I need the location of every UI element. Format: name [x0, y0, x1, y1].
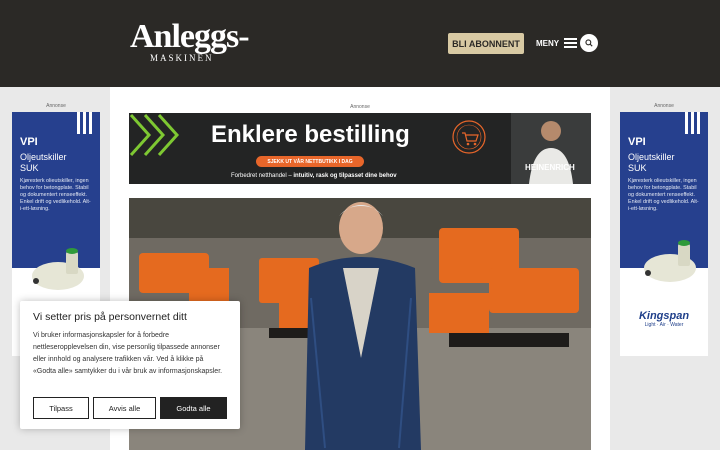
ad-body: Kjøresterk olieutskiller, ingen behov fo…: [628, 178, 699, 212]
kingspan-logo: Kingspan Light · Air · Water: [620, 310, 708, 328]
ad-label-left: Annonse: [46, 103, 66, 109]
ad-label-right: Annonse: [654, 103, 674, 109]
cookie-buttons: Tilpass Avvis alle Godta alle: [33, 397, 227, 419]
menu-button[interactable]: MENY: [536, 34, 578, 52]
banner-title: Enklere bestilling: [211, 121, 410, 148]
banner-cta-button[interactable]: SJEKK UT VÅR NETTBUTIKK I DAG: [256, 156, 364, 167]
ad-title-line2: SUK: [20, 163, 39, 173]
cookie-consent-dialog: Vi setter pris på personvernet ditt Vi b…: [20, 301, 240, 429]
ad-brand: VPI: [20, 136, 38, 148]
customize-button[interactable]: Tilpass: [33, 397, 89, 419]
banner-brand: HEINENRICH: [525, 163, 575, 172]
oil-separator-image: [644, 240, 696, 282]
brand-stripes: [685, 112, 700, 134]
chevron-arrows-graphic: [129, 113, 180, 157]
brand-stripes: [77, 112, 92, 134]
banner-subtitle: Forbedret netthandel – intuitiv, rask og…: [231, 173, 397, 179]
site-logo[interactable]: Anleggs- MASKINEN: [130, 18, 250, 64]
accept-all-button[interactable]: Godta alle: [160, 397, 227, 419]
ad-title-line1: Oljeutskiller: [20, 152, 67, 162]
ad-title-line1: Oljeutskiller: [628, 152, 675, 162]
logo-subtitle: MASKINEN: [150, 53, 214, 63]
kingspan-tagline: Light · Air · Water: [644, 322, 684, 328]
reject-all-button[interactable]: Avvis alle: [93, 397, 156, 419]
top-banner-ad[interactable]: Enklere bestilling SJEKK UT VÅR NETTBUTI…: [129, 113, 591, 184]
cookie-title: Vi setter pris på personvernet ditt: [33, 311, 187, 323]
banner-subtitle-bold: intuitiv, rask og tilpasset dine behov: [293, 173, 397, 179]
ad-brand: VPI: [628, 136, 646, 148]
ad-title-line2: SUK: [628, 163, 647, 173]
side-ad-right[interactable]: VPI Oljeutskiller SUK Kjøresterk olieuts…: [620, 112, 708, 356]
search-button[interactable]: [580, 34, 598, 52]
banner-person-image: [511, 113, 591, 184]
site-header: Anleggs- MASKINEN BLI ABONNENT MENY: [0, 0, 720, 87]
subscribe-button[interactable]: BLI ABONNENT: [448, 33, 524, 54]
cookie-text: Vi bruker informasjonskapsler for å forb…: [33, 332, 223, 375]
cart-stamp-icon: [452, 120, 486, 154]
menu-label: MENY: [536, 38, 560, 48]
kingspan-wordmark: Kingspan: [638, 310, 690, 322]
logo-wordmark: Anleggs-: [130, 18, 250, 55]
oil-separator-image: [32, 248, 84, 290]
ad-label-top: Annonse: [350, 104, 370, 110]
search-icon: [585, 39, 593, 47]
hamburger-icon: [564, 38, 578, 48]
ad-body: Kjøresterk olieutskiller, ingen behov fo…: [20, 178, 91, 212]
banner-subtitle-plain: Forbedret netthandel –: [231, 173, 294, 179]
